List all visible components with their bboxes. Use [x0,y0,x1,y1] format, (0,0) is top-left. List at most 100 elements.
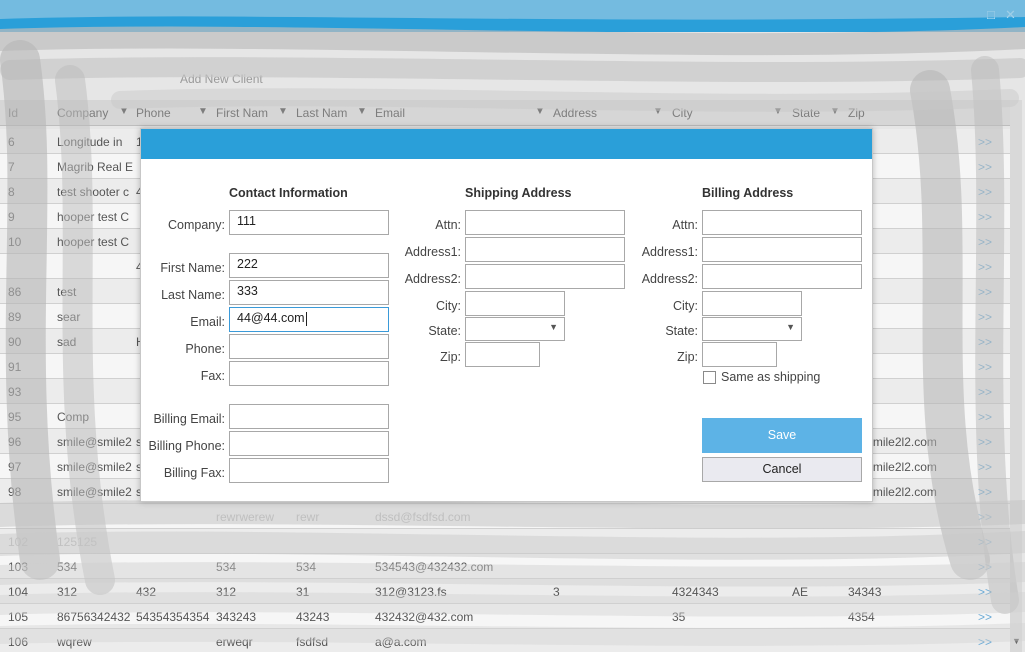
first-name-label: First Name: [160,261,225,275]
filter-icon[interactable]: ▼ [830,106,840,117]
grid-column-header[interactable]: State [792,106,820,120]
grid-scrollbar[interactable] [1010,100,1022,652]
billing-zip-input[interactable] [702,342,777,367]
filter-icon[interactable]: ▼ [119,106,129,117]
filter-icon[interactable]: ▼ [773,106,783,117]
grid-column-header[interactable]: Last Nam [296,106,347,120]
billing-city-input[interactable] [702,291,802,316]
row-open-link[interactable]: >> [978,210,1006,224]
billing-attn-input[interactable] [702,210,862,235]
table-cell: rewr [296,510,320,524]
table-cell: 4354 [848,610,875,624]
billing-email-input[interactable] [229,404,389,429]
billing-phone-input[interactable] [229,431,389,456]
add-new-client-button[interactable]: Add New Client [180,72,263,86]
grid-column-header[interactable]: Phone [136,106,171,120]
row-open-link[interactable]: >> [978,460,1006,474]
table-row[interactable]: 102 125125 >> [0,529,1010,554]
table-cell: 9 [8,210,15,224]
phone-input[interactable] [229,334,389,359]
billing-address2-input[interactable] [702,264,862,289]
table-cell: 90 [8,335,22,349]
same-as-shipping-checkbox[interactable] [703,371,716,384]
shipping-state-label: State: [428,324,461,338]
table-cell: test [57,285,77,299]
row-open-link[interactable]: >> [978,335,1006,349]
edit-client-dialog: Contact Information Company: 111 First N… [140,128,873,502]
billing-fax-input[interactable] [229,458,389,483]
row-open-link[interactable]: >> [978,360,1006,374]
table-row[interactable]: rewrwerew rewr dssd@fsdfsd.com >> [0,504,1010,529]
row-open-link[interactable]: >> [978,410,1006,424]
table-cell: 534 [216,560,237,574]
company-input[interactable]: 111 [229,210,389,235]
row-open-link[interactable]: >> [978,585,1006,599]
grid-column-header[interactable]: Address [553,106,597,120]
table-cell: 534 [296,560,317,574]
table-cell: wqrew [57,635,92,649]
billing-address-title: Billing Address [702,186,794,200]
chevron-down-icon: ▼ [786,322,795,332]
billing-state-select[interactable]: ▼ [702,317,802,341]
table-cell: 432432@432.com [375,610,474,624]
billing-fax-label: Billing Fax: [163,466,225,480]
table-cell: 432 [136,585,157,599]
row-open-link[interactable]: >> [978,610,1006,624]
chevron-down-icon: ▼ [549,322,558,332]
table-row[interactable]: 105 86756342432 54354354354 343243 43243 4324… [0,604,1010,629]
row-open-link[interactable]: >> [978,435,1006,449]
table-cell: Magrib Real E [57,160,133,174]
same-as-shipping-label[interactable]: Same as shipping [721,370,820,384]
cancel-button[interactable]: Cancel [702,457,862,482]
scroll-down-icon[interactable]: ▼ [1012,636,1021,646]
grid-column-header[interactable]: First Nam [216,106,268,120]
fax-input[interactable] [229,361,389,386]
billing-address1-input[interactable] [702,237,862,262]
grid-column-header[interactable]: Zip [848,106,865,120]
row-open-link[interactable]: >> [978,160,1006,174]
maximize-icon[interactable]: □ [987,8,995,22]
table-cell: hooper test C [57,235,130,249]
row-open-link[interactable]: >> [978,385,1006,399]
row-open-link[interactable]: >> [978,635,1006,649]
filter-icon[interactable]: ▼ [653,106,663,117]
email-input[interactable]: 44@44.com [229,307,389,332]
row-open-link[interactable]: >> [978,560,1006,574]
shipping-city-input[interactable] [465,291,565,316]
last-name-input[interactable]: 333 [229,280,389,305]
shipping-address1-input[interactable] [465,237,625,262]
grid-column-header[interactable]: Email [375,106,405,120]
row-open-link[interactable]: >> [978,185,1006,199]
row-open-link[interactable]: >> [978,135,1006,149]
shipping-address2-input[interactable] [465,264,625,289]
first-name-input[interactable]: 222 [229,253,389,278]
table-cell: a@a.com [375,635,427,649]
grid-column-header[interactable]: Company [57,106,108,120]
table-cell: 35 [672,610,686,624]
table-cell: 96 [8,435,22,449]
grid-column-header[interactable]: City [672,106,693,120]
table-cell: 125125 [57,535,98,549]
filter-icon[interactable]: ▼ [357,106,367,117]
row-open-link[interactable]: >> [978,235,1006,249]
filter-icon[interactable]: ▼ [198,106,208,117]
row-open-link[interactable]: >> [978,535,1006,549]
table-row[interactable]: 104 312 432 312 31 312@3123.fs 3 4324343 AE 34343… [0,579,1010,604]
filter-icon[interactable]: ▼ [278,106,288,117]
row-open-link[interactable]: >> [978,285,1006,299]
row-open-link[interactable]: >> [978,510,1006,524]
table-row[interactable]: 106 wqrew erweqr fsdfsd a@a.com >> [0,629,1010,652]
shipping-attn-input[interactable] [465,210,625,235]
row-open-link[interactable]: >> [978,260,1006,274]
row-open-link[interactable]: >> [978,310,1006,324]
shipping-zip-input[interactable] [465,342,540,367]
table-row[interactable]: 103 534 534 534 534543@432432.com >> [0,554,1010,579]
shipping-state-select[interactable]: ▼ [465,317,565,341]
grid-column-header[interactable]: Id [8,106,18,120]
contact-information-title: Contact Information [229,186,348,200]
row-open-link[interactable]: >> [978,485,1006,499]
filter-icon[interactable]: ▼ [535,106,545,117]
close-icon[interactable]: ✕ [1005,8,1016,22]
table-cell: 104 [8,585,29,599]
save-button[interactable]: Save [702,418,862,453]
